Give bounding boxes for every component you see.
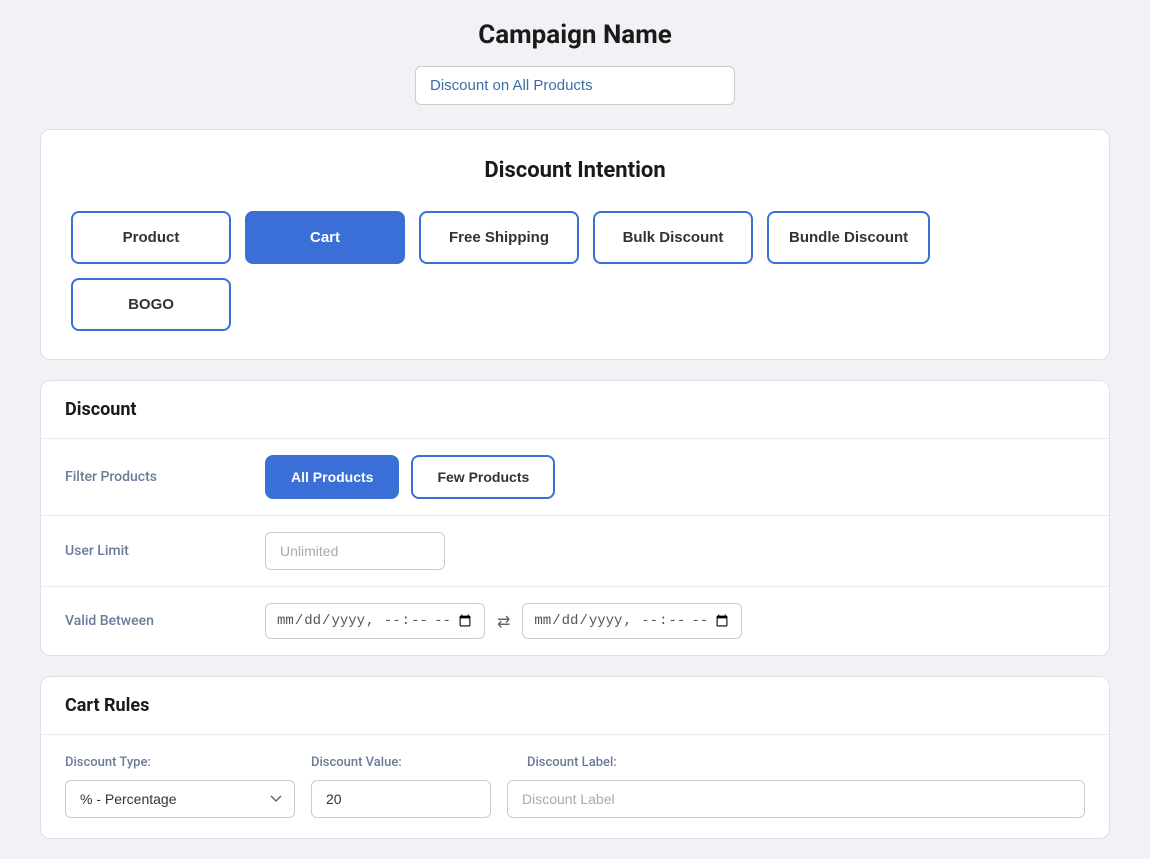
cart-rules-card: Cart Rules Discount Type: Discount Value… — [40, 676, 1110, 839]
discount-section-title: Discount — [65, 399, 137, 420]
discount-value-label: Discount Value: — [311, 755, 511, 770]
discount-label-input[interactable] — [507, 780, 1085, 818]
discount-type-label: Discount Type: — [65, 755, 295, 770]
intention-btn-free-shipping[interactable]: Free Shipping — [419, 211, 579, 264]
filter-all-products-btn[interactable]: All Products — [265, 455, 399, 499]
filter-products-value: All Products Few Products — [265, 455, 1085, 499]
cart-rules-title: Cart Rules — [65, 695, 149, 716]
cart-rules-inputs: % - Percentage $ - Fixed Amount — [65, 780, 1085, 818]
arrows-icon: ⇄ — [497, 612, 510, 631]
intention-btn-product[interactable]: Product — [71, 211, 231, 264]
intention-btn-bulk-discount[interactable]: Bulk Discount — [593, 211, 753, 264]
valid-between-end-input[interactable] — [522, 603, 742, 639]
valid-between-value: ⇄ — [265, 603, 1085, 639]
filter-products-label: Filter Products — [65, 469, 265, 485]
intention-btn-cart[interactable]: Cart — [245, 211, 405, 264]
discount-type-select[interactable]: % - Percentage $ - Fixed Amount — [65, 780, 295, 818]
cart-rules-content: Discount Type: Discount Value: Discount … — [41, 735, 1109, 838]
discount-label-label: Discount Label: — [527, 755, 1085, 770]
user-limit-label: User Limit — [65, 543, 265, 559]
intention-btn-bogo[interactable]: BOGO — [71, 278, 231, 331]
intention-btn-bundle-discount[interactable]: Bundle Discount — [767, 211, 930, 264]
cart-rules-header: Cart Rules — [41, 677, 1109, 735]
valid-between-start-input[interactable] — [265, 603, 485, 639]
user-limit-row: User Limit — [41, 516, 1109, 587]
page-title: Campaign Name — [40, 20, 1110, 50]
campaign-name-wrapper — [40, 66, 1110, 105]
discount-intention-buttons: Product Cart Free Shipping Bulk Discount… — [71, 211, 1079, 331]
user-limit-input[interactable] — [265, 532, 445, 570]
user-limit-value — [265, 532, 1085, 570]
discount-intention-card: Discount Intention Product Cart Free Shi… — [40, 129, 1110, 360]
discount-card-header: Discount — [41, 381, 1109, 439]
filter-products-row: Filter Products All Products Few Product… — [41, 439, 1109, 516]
valid-between-row: Valid Between ⇄ — [41, 587, 1109, 655]
discount-value-input[interactable] — [311, 780, 491, 818]
cart-rules-labels: Discount Type: Discount Value: Discount … — [65, 755, 1085, 770]
discount-card: Discount Filter Products All Products Fe… — [40, 380, 1110, 656]
filter-few-products-btn[interactable]: Few Products — [411, 455, 555, 499]
campaign-name-input[interactable] — [415, 66, 735, 105]
valid-between-label: Valid Between — [65, 613, 265, 629]
discount-intention-title: Discount Intention — [71, 158, 1079, 183]
